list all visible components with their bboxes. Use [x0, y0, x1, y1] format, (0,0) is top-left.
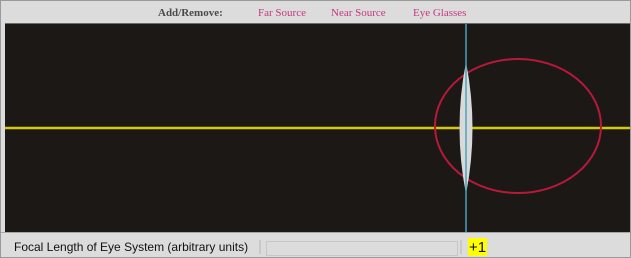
add-remove-label: Add/Remove:: [158, 7, 223, 19]
focal-length-slider[interactable]: [266, 241, 458, 256]
optics-drawing: [5, 24, 630, 233]
toolbar: Add/Remove: Far Source Near Source Eye G…: [1, 1, 630, 23]
optics-canvas: [5, 23, 630, 233]
control-bar: Focal Length of Eye System (arbitrary un…: [1, 232, 630, 257]
near-source-link[interactable]: Near Source: [331, 7, 386, 19]
slider-min-tick: [259, 240, 261, 254]
eye-glasses-link[interactable]: Eye Glasses: [413, 7, 466, 19]
eye-simulator-window: Add/Remove: Far Source Near Source Eye G…: [0, 0, 631, 258]
focal-length-value: +1: [468, 238, 488, 256]
far-source-link[interactable]: Far Source: [258, 7, 306, 19]
slider-max-tick: [460, 240, 462, 254]
focal-length-label: Focal Length of Eye System (arbitrary un…: [14, 240, 249, 254]
